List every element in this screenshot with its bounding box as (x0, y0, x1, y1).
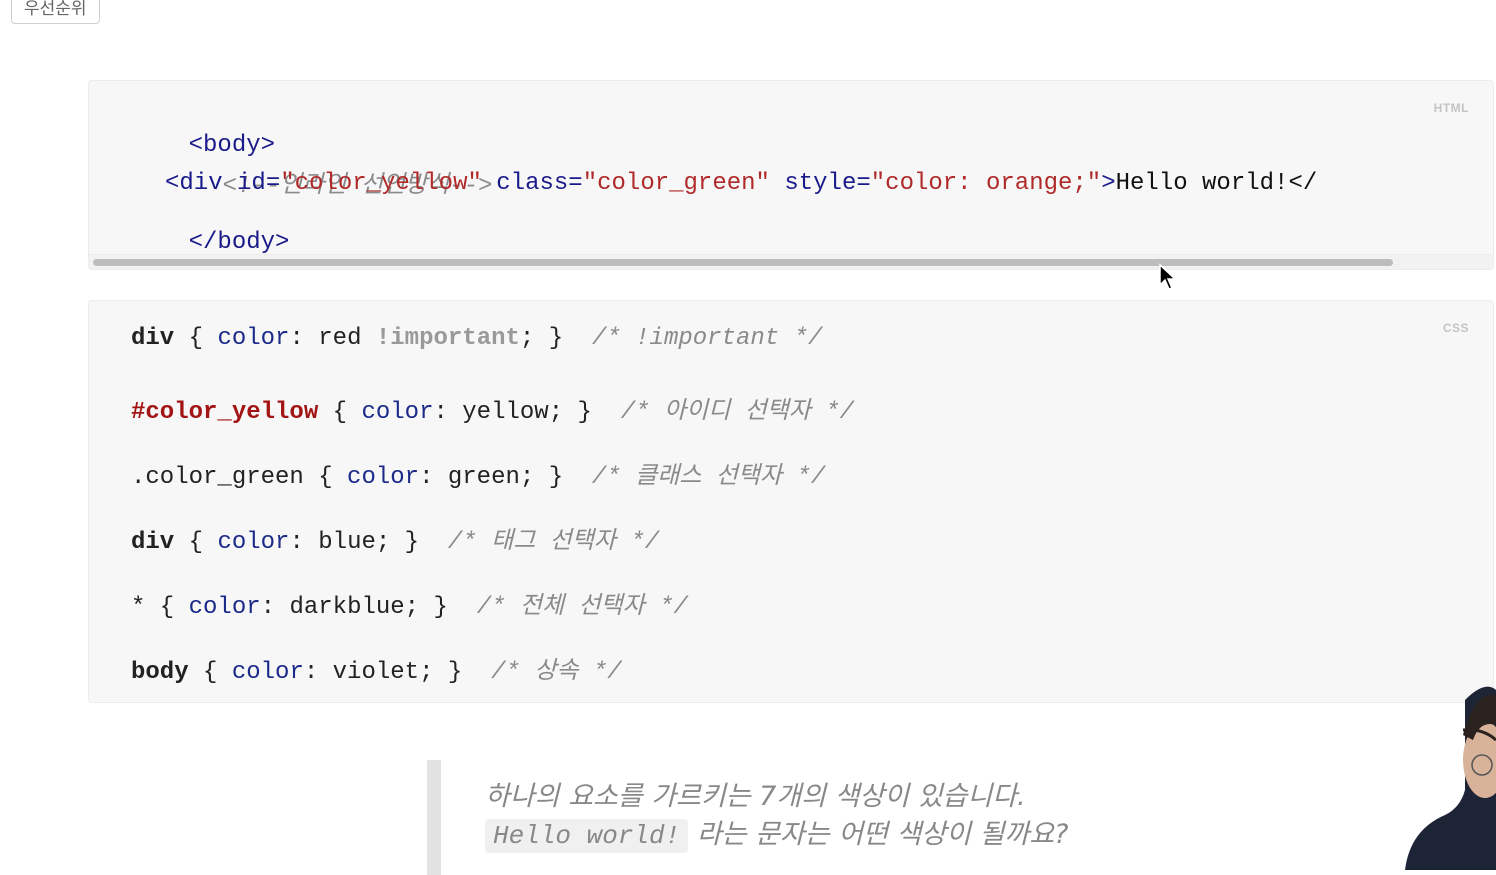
css-comment: /* 클래스 선택자 */ (591, 464, 826, 491)
id-value: "color_yellow" (280, 170, 482, 197)
mouse-cursor-icon (1159, 263, 1177, 290)
css-close-brace: ; } (519, 325, 564, 352)
css-comment: /* 태그 선택자 */ (447, 529, 660, 556)
css-property: color (188, 594, 261, 621)
css-open-brace: { (188, 659, 232, 686)
css-important: !important (375, 325, 520, 352)
scrollbar-thumb[interactable] (93, 259, 1393, 266)
css-value: darkblue (289, 594, 405, 621)
code-line-div: <div id="color_yellow" class="color_gree… (165, 170, 1317, 197)
css-colon: : (433, 399, 463, 426)
css-close-brace: ; } (375, 529, 420, 556)
css-colon: : (419, 464, 448, 491)
css-close-brace: ; } (519, 464, 564, 491)
id-attr: id= (237, 170, 281, 197)
css-rule-id: #color_yellow { color: yellow; } /* 아이디 … (131, 390, 854, 426)
inline-code-hello-world: Hello world! (485, 819, 689, 853)
css-rule-important: div { color: red !important; } /* !impor… (131, 325, 822, 352)
css-value: violet (332, 659, 420, 686)
css-code-block: CSS div { color: red !important; } /* !i… (88, 300, 1494, 703)
quote-line-2-text: 라는 문자는 어떤 색상이 될까요? (696, 819, 1069, 850)
html-code-block: HTML <body> <!--인라인 선언방식--> <div id="col… (88, 80, 1494, 270)
code-language-label: HTML (1433, 101, 1469, 115)
div-content: Hello world!</ (1115, 170, 1318, 197)
css-selector: div (131, 529, 175, 556)
css-selector: body (131, 659, 189, 686)
css-close-brace: ; } (548, 399, 592, 426)
css-comment: /* 전체 선택자 */ (476, 594, 688, 621)
css-colon: : (289, 325, 319, 352)
css-rule-class: .color_green { color: green; } /* 클래스 선택… (131, 455, 825, 491)
css-rule-inherit: body { color: violet; } /* 상속 */ (131, 650, 622, 686)
css-open-brace: { (145, 594, 189, 621)
question-blockquote: 하나의 요소를 가르키는 7개의 색상이 있습니다. Hello world! … (427, 760, 1187, 875)
css-rule-universal: * { color: darkblue; } /* 전체 선택자 */ (131, 585, 688, 621)
css-close-brace: ; } (404, 594, 448, 621)
css-close-brace: ; } (419, 659, 463, 686)
css-selector: div (131, 325, 175, 352)
tag-chip-priority[interactable]: 우선순위 (11, 0, 100, 24)
css-property: color (347, 464, 420, 491)
css-rule-tag: div { color: blue; } /* 태그 선택자 */ (131, 520, 659, 556)
css-selector: #color_yellow (131, 399, 319, 426)
css-property: color (231, 659, 304, 686)
quote-line-2: Hello world! 라는 문자는 어떤 색상이 될까요? (485, 816, 1187, 855)
style-value: "color: orange;" (870, 170, 1102, 197)
horizontal-scrollbar[interactable] (89, 254, 1493, 269)
css-comment: /* 아이디 선택자 */ (620, 399, 855, 426)
presenter-webcam-image (1405, 686, 1496, 870)
css-value: blue (318, 529, 376, 556)
css-open-brace: { (303, 464, 348, 491)
css-colon: : (289, 529, 319, 556)
class-attr: class= (496, 170, 583, 197)
class-value: "color_green" (582, 170, 770, 197)
css-colon: : (260, 594, 290, 621)
css-property: color (361, 399, 434, 426)
div-open-tag: <div (165, 170, 223, 197)
tag-close-bracket: > (1101, 170, 1116, 197)
quote-line-1: 하나의 요소를 가르키는 7개의 색상이 있습니다. (485, 781, 1026, 812)
code-language-label: CSS (1442, 321, 1469, 335)
css-comment: /* 상속 */ (491, 659, 622, 686)
css-selector: .color_green (131, 464, 304, 491)
css-property: color (217, 325, 290, 352)
css-value: yellow (462, 399, 549, 426)
css-value: red (318, 325, 376, 352)
css-selector: * (131, 594, 146, 621)
css-open-brace: { (318, 399, 362, 426)
css-open-brace: { (174, 529, 218, 556)
css-colon: : (303, 659, 333, 686)
css-comment: /* !important */ (591, 325, 823, 352)
style-attr: style= (784, 170, 871, 197)
css-value: green (447, 464, 520, 491)
css-open-brace: { (174, 325, 218, 352)
css-property: color (217, 529, 290, 556)
body-close-tag: </body> (188, 229, 290, 256)
